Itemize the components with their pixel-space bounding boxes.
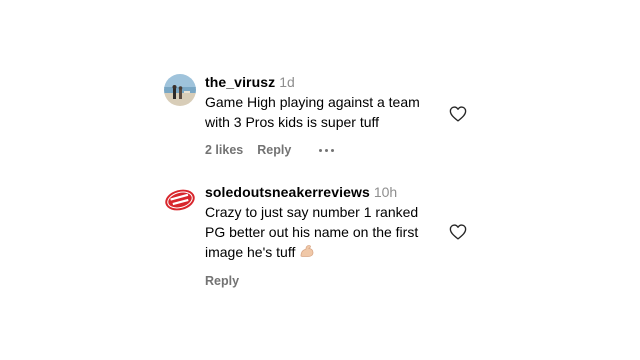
comment-text-fragment: image he's tuff <box>205 244 296 260</box>
comment-text-line: Crazy to just say number 1 ranked <box>205 204 419 220</box>
likes-count[interactable]: 2 likes <box>205 142 243 158</box>
reply-button[interactable]: Reply <box>205 273 239 289</box>
comment-header: the_virusz 1d <box>205 72 455 92</box>
comment-text-line: Game High playing against a team <box>205 94 420 110</box>
comment-body: the_virusz 1d Game High playing against a… <box>205 72 455 158</box>
flexed-biceps-emoji-icon <box>299 243 315 263</box>
user-avatar[interactable] <box>164 184 196 216</box>
username[interactable]: soledoutsneakerreviews <box>205 184 370 200</box>
comment-text: Game High playing against a team with 3 … <box>205 92 455 132</box>
username[interactable]: the_virusz <box>205 74 275 90</box>
timestamp[interactable]: 1d <box>279 74 295 90</box>
comments-list: the_virusz 1d Game High playing against a… <box>0 0 640 360</box>
comment-header: soledoutsneakerreviews 10h <box>205 182 455 202</box>
more-options-icon[interactable] <box>319 148 335 152</box>
comment-text-line-last: image he's tuff <box>205 242 455 263</box>
comment-actions: 2 likes Reply <box>205 142 455 158</box>
sold-out-badge-avatar-icon <box>164 184 196 216</box>
reply-button[interactable]: Reply <box>257 142 291 158</box>
comment-text-line: with 3 Pros kids is super tuff <box>205 114 380 130</box>
timestamp[interactable]: 10h <box>374 184 397 200</box>
comment-text-line: PG better out his name on the first <box>205 224 419 240</box>
comment-actions: Reply <box>205 273 455 289</box>
comment-text: Crazy to just say number 1 ranked PG bet… <box>205 202 455 263</box>
user-avatar[interactable] <box>164 74 196 106</box>
beach-photo-avatar-icon <box>164 74 196 106</box>
comment-body: soledoutsneakerreviews 10h Crazy to just … <box>205 182 455 289</box>
like-heart-icon[interactable] <box>449 106 467 122</box>
like-heart-icon[interactable] <box>449 224 467 240</box>
